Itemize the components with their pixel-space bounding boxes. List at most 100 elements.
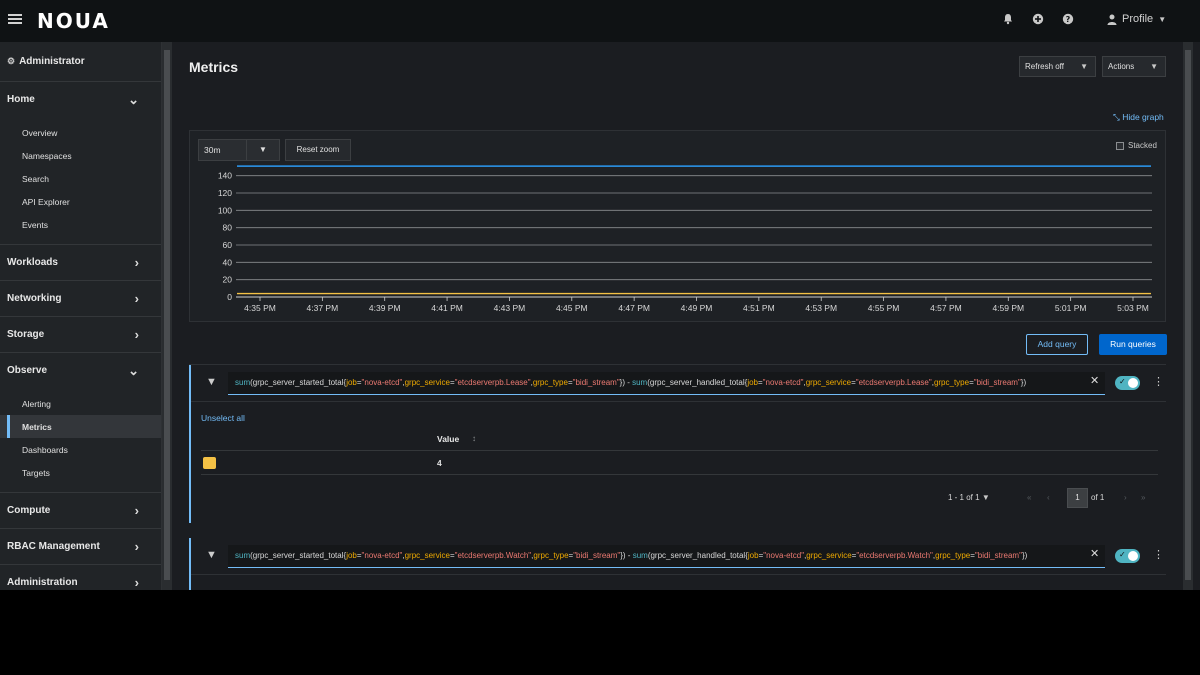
kebab-menu-icon[interactable]: ⋮: [1153, 375, 1164, 388]
add-query-button[interactable]: Add query: [1026, 334, 1088, 355]
plus-circle-icon[interactable]: [1031, 13, 1045, 27]
scrollbar-thumb[interactable]: [164, 50, 170, 580]
total-pages: of 1: [1091, 493, 1105, 502]
stacked-checkbox[interactable]: Stacked: [1116, 141, 1157, 150]
sidebar-section-toggle[interactable]: Compute ›: [0, 493, 161, 528]
sidebar-item-namespaces[interactable]: Namespaces: [0, 144, 161, 167]
current-page-input[interactable]: 1: [1067, 488, 1088, 508]
caret-down-icon[interactable]: ▼: [247, 140, 279, 160]
profile-menu[interactable]: Profile ▼: [1107, 13, 1166, 25]
masthead: NOUA ? Profile ▼: [0, 0, 1200, 42]
kebab-menu-icon[interactable]: ⋮: [1153, 548, 1164, 561]
sidebar-section-toggle[interactable]: Observe ⌄: [0, 353, 161, 388]
query-token: (grpc_server_handled_total{: [647, 551, 748, 560]
sidebar-section-toggle[interactable]: Administration ›: [0, 565, 161, 590]
table-cell-value: 4: [437, 458, 442, 468]
x-tick-label: 4:37 PM: [307, 303, 339, 313]
sidebar-item-overview[interactable]: Overview: [0, 121, 161, 144]
query-token: "bidi_stream": [974, 551, 1022, 560]
query-token: grpc_type: [533, 551, 569, 560]
query-token: "bidi_stream": [973, 378, 1021, 387]
x-tick-label: 4:47 PM: [618, 303, 650, 313]
sidebar-group-administration: Administration ›: [0, 565, 161, 590]
column-header-value[interactable]: Value: [437, 434, 459, 444]
scrollbar-thumb[interactable]: [1185, 50, 1191, 580]
time-span-value[interactable]: 30m: [199, 140, 247, 160]
query-enable-toggle[interactable]: [1115, 549, 1140, 563]
pagination-range: 1 - 1 of 1: [948, 493, 980, 502]
help-icon[interactable]: ?: [1061, 13, 1075, 27]
query-expression-input[interactable]: sum(grpc_server_started_total{job="nova-…: [228, 372, 1105, 395]
pagination-range-dropdown[interactable]: 1 - 1 of 1 ▼: [948, 493, 990, 502]
sidebar-section-toggle[interactable]: Storage ›: [0, 317, 161, 352]
caret-down-icon: ▼: [1080, 62, 1088, 71]
unselect-all-link[interactable]: Unselect all: [201, 413, 245, 423]
sidebar-section-toggle[interactable]: RBAC Management ›: [0, 529, 161, 564]
sidebar-item-search[interactable]: Search: [0, 167, 161, 190]
caret-down-icon: ▼: [1150, 62, 1158, 71]
first-page-icon[interactable]: «: [1027, 493, 1031, 502]
caret-down-icon: ▼: [981, 493, 990, 502]
table-divider: [201, 450, 1158, 451]
sort-icon[interactable]: ↕: [472, 434, 476, 443]
previous-page-icon[interactable]: ‹: [1047, 493, 1050, 502]
sidebar-section-toggle[interactable]: Home ⌄: [0, 82, 161, 117]
y-tick-label: 40: [223, 257, 233, 267]
sidebar-item-dashboards[interactable]: Dashboards: [0, 438, 161, 461]
x-tick-label: 4:43 PM: [494, 303, 526, 313]
sidebar-section-label: Storage: [7, 329, 45, 340]
sidebar-item-targets[interactable]: Targets: [0, 461, 161, 484]
query-token: "bidi_stream": [573, 551, 621, 560]
clear-query-icon[interactable]: ✕: [1090, 374, 1099, 387]
sidebar-group-storage: Storage ›: [0, 317, 161, 353]
caret-down-icon: ▼: [1158, 14, 1167, 24]
query-expression-input[interactable]: sum(grpc_server_started_total{job="nova-…: [228, 545, 1105, 568]
query-token: (grpc_server_started_total{: [250, 378, 347, 387]
chevron-right-icon: ›: [134, 327, 139, 342]
sidebar-group-home: Home ⌄ Overview Namespaces Search API Explore…: [0, 82, 161, 245]
chevron-down-icon[interactable]: ▼: [206, 376, 217, 388]
sidebar-item-events[interactable]: Events: [0, 213, 161, 236]
query-token: job: [346, 551, 357, 560]
checkbox-box[interactable]: [1116, 141, 1124, 150]
bell-icon[interactable]: [1001, 13, 1015, 27]
sidebar-item-metrics[interactable]: Metrics: [0, 415, 161, 438]
x-tick-label: 4:49 PM: [681, 303, 713, 313]
last-page-icon[interactable]: »: [1141, 493, 1145, 502]
refresh-interval-dropdown[interactable]: Refresh off ▼: [1019, 56, 1096, 77]
sidebar-section-toggle[interactable]: Workloads ›: [0, 245, 161, 280]
sidebar-item-api-explorer[interactable]: API Explorer: [0, 190, 161, 213]
next-page-icon[interactable]: ›: [1124, 493, 1127, 502]
reset-zoom-button[interactable]: Reset zoom: [285, 139, 351, 161]
sidebar-scrollbar[interactable]: [162, 42, 172, 590]
hamburger-menu-icon[interactable]: [8, 12, 22, 28]
svg-text:?: ?: [1066, 15, 1071, 24]
actions-dropdown[interactable]: Actions ▼: [1102, 56, 1166, 77]
sidebar-section-label: RBAC Management: [7, 541, 100, 552]
hide-graph-link[interactable]: ⤡ Hide graph: [1113, 112, 1164, 123]
perspective-switcher[interactable]: ⚙ Administrator: [0, 42, 161, 82]
sidebar-group-networking: Networking ›: [0, 281, 161, 317]
x-tick-label: 4:53 PM: [805, 303, 837, 313]
query-enable-toggle[interactable]: [1115, 376, 1140, 390]
metrics-chart[interactable]: 0 20 40 60 80 100 120 140 4:35 PM 4:37 PM 4:39 PM 4…: [190, 161, 1167, 323]
chevron-down-icon[interactable]: ▼: [206, 549, 217, 561]
sidebar-section-toggle[interactable]: Networking ›: [0, 281, 161, 316]
time-span-dropdown[interactable]: 30m ▼: [198, 139, 280, 161]
series-color-swatch[interactable]: [203, 457, 216, 469]
query-token: sum: [632, 551, 648, 560]
chevron-down-icon: ⌄: [128, 362, 139, 378]
run-queries-button[interactable]: Run queries: [1099, 334, 1167, 355]
clear-query-icon[interactable]: ✕: [1090, 547, 1099, 560]
query-token: job: [747, 551, 759, 560]
sidebar: ⚙ Administrator Home ⌄ Overview Namespaces S…: [0, 42, 162, 590]
user-icon: [1107, 14, 1117, 25]
query-token: (grpc_server_handled_total{: [647, 378, 748, 387]
main-scrollbar[interactable]: [1183, 42, 1193, 590]
x-tick-label: 4:59 PM: [992, 303, 1024, 313]
y-tick-label: 100: [218, 205, 232, 215]
cogs-icon: ⚙: [7, 56, 16, 66]
sidebar-item-alerting[interactable]: Alerting: [0, 392, 161, 415]
brand-logo[interactable]: NOUA: [37, 9, 110, 33]
y-tick-label: 0: [227, 292, 232, 302]
